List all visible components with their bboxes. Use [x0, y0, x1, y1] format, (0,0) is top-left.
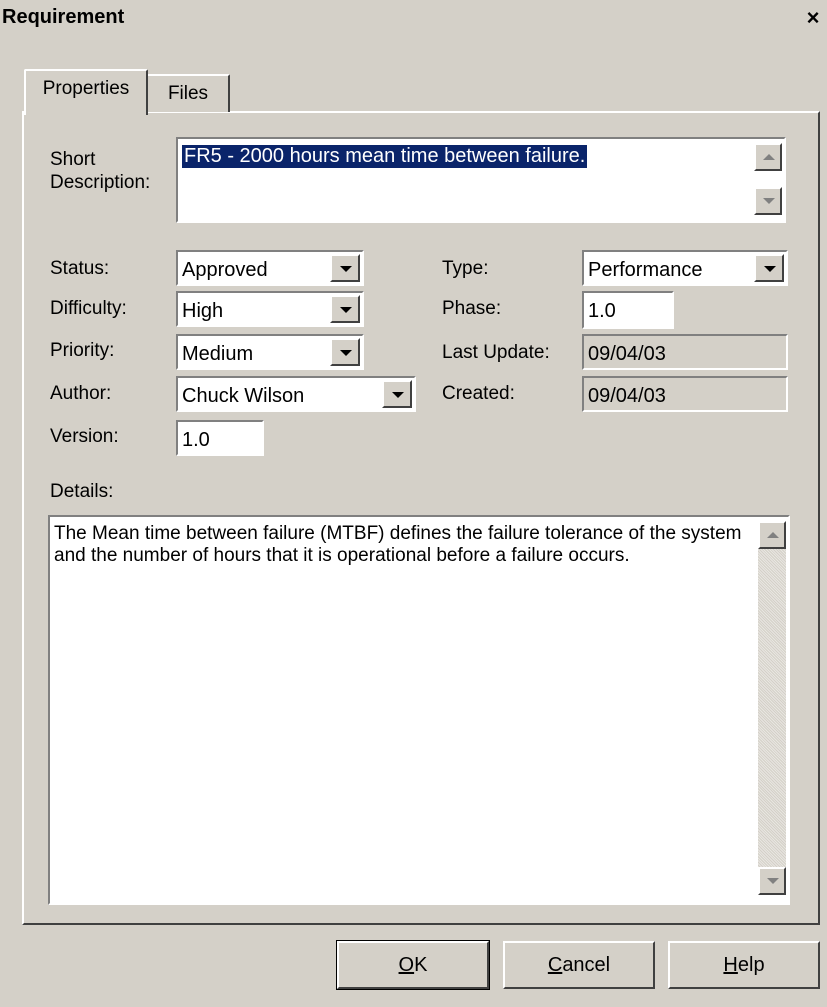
- help-label: elp: [737, 954, 765, 976]
- cancel-label: ancel: [562, 954, 611, 976]
- version-label: Version:: [50, 426, 119, 447]
- status-dropdown[interactable]: Approved: [176, 250, 364, 286]
- details-scroll-down[interactable]: [758, 867, 786, 895]
- last-update-field: 09/04/03: [582, 334, 788, 370]
- details-scroll-track[interactable]: [758, 549, 786, 867]
- author-dropdown[interactable]: Chuck Wilson: [176, 376, 416, 412]
- type-label: Type:: [442, 258, 489, 279]
- tab-properties-label: Properties: [42, 78, 130, 99]
- chevron-down-icon[interactable]: [382, 380, 412, 408]
- help-mnemonic: H: [723, 954, 738, 976]
- cancel-button[interactable]: Cancel: [503, 941, 655, 989]
- author-label: Author:: [50, 383, 112, 404]
- short-description-scroll-down[interactable]: [754, 187, 782, 215]
- author-value: Chuck Wilson: [182, 385, 305, 407]
- chevron-down-icon[interactable]: [330, 254, 360, 282]
- short-description-field[interactable]: FR5 - 2000 hours mean time between failu…: [176, 137, 786, 223]
- short-description-label-1: Short: [50, 149, 96, 170]
- window-title: Requirement: [2, 6, 125, 28]
- tab-properties[interactable]: Properties: [24, 69, 148, 115]
- last-update-label: Last Update:: [442, 342, 550, 363]
- created-field: 09/04/03: [582, 376, 788, 412]
- status-value: Approved: [182, 259, 268, 281]
- type-value: Performance: [588, 259, 703, 281]
- title-bar: Requirement ×: [0, 0, 827, 39]
- short-description-label-2: Description:: [50, 172, 151, 193]
- details-text: The Mean time between failure (MTBF) def…: [54, 523, 742, 566]
- chevron-down-icon[interactable]: [754, 254, 784, 282]
- difficulty-label: Difficulty:: [50, 298, 127, 319]
- version-value: 1.0: [182, 429, 210, 451]
- short-description-scroll-up[interactable]: [754, 143, 782, 171]
- phase-label: Phase:: [442, 298, 502, 319]
- ok-mnemonic: O: [398, 954, 415, 976]
- short-description-text: FR5 - 2000 hours mean time between failu…: [182, 145, 588, 168]
- tab-files[interactable]: Files: [146, 74, 230, 112]
- close-button[interactable]: ×: [800, 4, 826, 32]
- cancel-mnemonic: C: [547, 954, 563, 976]
- phase-value: 1.0: [588, 300, 616, 322]
- help-button[interactable]: Help: [668, 941, 820, 989]
- details-textarea[interactable]: The Mean time between failure (MTBF) def…: [48, 515, 790, 905]
- chevron-down-icon[interactable]: [330, 295, 360, 323]
- difficulty-dropdown[interactable]: High: [176, 291, 364, 327]
- ok-label: K: [414, 954, 428, 976]
- last-update-value: 09/04/03: [588, 343, 666, 365]
- tab-files-label: Files: [167, 83, 209, 104]
- details-scroll-up[interactable]: [758, 521, 786, 549]
- priority-label: Priority:: [50, 340, 115, 361]
- ok-button[interactable]: OK: [336, 940, 490, 990]
- priority-value: Medium: [182, 343, 254, 365]
- created-label: Created:: [442, 383, 515, 404]
- difficulty-value: High: [182, 300, 224, 322]
- phase-input[interactable]: 1.0: [582, 291, 674, 329]
- chevron-down-icon[interactable]: [330, 338, 360, 366]
- created-value: 09/04/03: [588, 385, 666, 407]
- close-icon: ×: [806, 5, 820, 30]
- priority-dropdown[interactable]: Medium: [176, 334, 364, 370]
- version-input[interactable]: 1.0: [176, 420, 264, 456]
- details-label: Details:: [50, 481, 114, 502]
- status-label: Status:: [50, 258, 110, 279]
- type-dropdown[interactable]: Performance: [582, 250, 788, 286]
